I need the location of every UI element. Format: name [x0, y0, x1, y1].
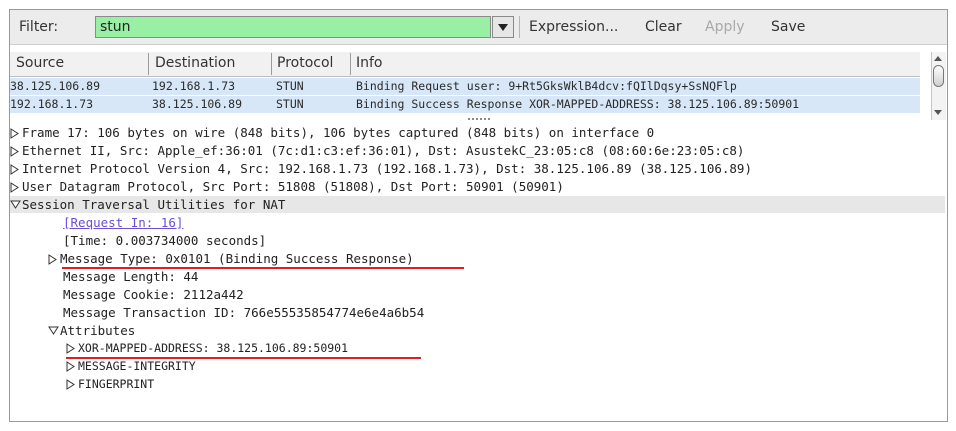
tree-item-message-cookie[interactable]: Message Cookie: 2112a442 — [63, 286, 244, 303]
column-divider[interactable] — [271, 53, 272, 75]
expand-arrow-icon[interactable] — [66, 341, 78, 354]
filter-label: Filter: — [19, 19, 59, 35]
expand-arrow-icon[interactable] — [10, 162, 22, 175]
tree-item-label: Message Type: 0x0101 (Binding Success Re… — [60, 251, 414, 266]
expand-arrow-icon[interactable] — [66, 359, 78, 372]
filter-field[interactable] — [95, 16, 491, 38]
tree-item-label: Ethernet II, Src: Apple_ef:36:01 (7c:d1:… — [22, 143, 745, 158]
packet-list-header: Source Destination Protocol Info — [10, 52, 920, 77]
expand-arrow-icon[interactable] — [48, 252, 60, 265]
tree-item-xor-mapped-address[interactable]: XOR-MAPPED-ADDRESS: 38.125.106.89:50901 — [66, 340, 348, 357]
filter-toolbar: Filter: Expression... Clear Apply Save — [10, 10, 947, 45]
expand-arrow-icon[interactable] — [10, 180, 22, 193]
tree-item-message-length[interactable]: Message Length: 44 — [63, 268, 198, 285]
request-in-link[interactable]: [Request In: 16] — [63, 215, 183, 230]
tree-item-attributes[interactable]: Attributes — [48, 322, 135, 339]
tree-item-label: Message Length: 44 — [63, 269, 199, 284]
tree-item-transaction-id[interactable]: Message Transaction ID: 766e55535854774e… — [63, 304, 424, 321]
scroll-up-icon[interactable] — [934, 56, 942, 61]
column-divider[interactable] — [350, 53, 351, 75]
packet-row[interactable]: 38.125.106.89 192.168.1.73 STUN Binding … — [10, 78, 920, 96]
expand-arrow-icon[interactable] — [66, 377, 78, 390]
tree-item-label: Frame 17: 106 bytes on wire (848 bits), … — [22, 125, 655, 140]
column-header-info[interactable]: Info — [356, 55, 383, 71]
tree-item-label: Message Cookie: 2112a442 — [63, 287, 244, 302]
column-header-source[interactable]: Source — [16, 55, 64, 71]
scroll-thumb[interactable] — [933, 65, 944, 87]
tree-item-label: Internet Protocol Version 4, Src: 192.16… — [22, 161, 752, 176]
collapse-arrow-icon[interactable] — [10, 198, 22, 209]
column-header-protocol[interactable]: Protocol — [277, 55, 333, 71]
tree-item-label: User Datagram Protocol, Src Port: 51808 … — [22, 179, 564, 194]
cell-source: 192.168.1.73 — [10, 97, 94, 111]
tree-item-request-in[interactable]: [Request In: 16] — [63, 214, 183, 231]
toolbar-divider — [519, 16, 520, 38]
tree-item-label: Session Traversal Utilities for NAT — [22, 197, 286, 212]
cell-protocol: STUN — [276, 97, 304, 111]
collapse-arrow-icon[interactable] — [48, 324, 60, 335]
column-divider[interactable] — [148, 53, 149, 75]
cell-destination: 38.125.106.89 — [152, 97, 243, 111]
tree-item-label: MESSAGE-INTEGRITY — [78, 359, 196, 373]
tree-item-ip[interactable]: Internet Protocol Version 4, Src: 192.16… — [10, 160, 945, 177]
expand-arrow-icon[interactable] — [10, 126, 22, 139]
tree-item-label: [Time: 0.003734000 seconds] — [63, 233, 267, 248]
expand-arrow-icon[interactable] — [10, 144, 22, 157]
clear-button[interactable]: Clear — [645, 19, 682, 35]
tree-item-label: FINGERPRINT — [78, 377, 155, 391]
column-header-destination[interactable]: Destination — [155, 55, 235, 71]
tree-item-time[interactable]: [Time: 0.003734000 seconds] — [63, 232, 266, 249]
pane-splitter-handle[interactable] — [468, 118, 490, 123]
tree-item-fingerprint[interactable]: FINGERPRINT — [66, 376, 154, 393]
packet-list: Source Destination Protocol Info 38.125.… — [10, 52, 948, 121]
filter-input[interactable] — [100, 18, 470, 36]
apply-button[interactable]: Apply — [705, 19, 745, 35]
cell-source: 38.125.106.89 — [10, 79, 101, 93]
expression-button[interactable]: Expression... — [529, 19, 618, 35]
packet-row[interactable]: 192.168.1.73 38.125.106.89 STUN Binding … — [10, 96, 920, 114]
cell-info: Binding Success Response XOR-MAPPED-ADDR… — [356, 97, 800, 111]
tree-item-label: XOR-MAPPED-ADDRESS: 38.125.106.89:50901 — [78, 341, 349, 355]
tree-item-frame[interactable]: Frame 17: 106 bytes on wire (848 bits), … — [10, 124, 945, 141]
tree-item-message-integrity[interactable]: MESSAGE-INTEGRITY — [66, 358, 196, 375]
save-button[interactable]: Save — [771, 19, 805, 35]
filter-dropdown-button[interactable] — [492, 16, 514, 38]
tree-item-label: Attributes — [60, 323, 136, 338]
cell-destination: 192.168.1.73 — [152, 79, 236, 93]
tree-item-stun[interactable]: Session Traversal Utilities for NAT — [10, 196, 945, 213]
packet-details-tree: Frame 17: 106 bytes on wire (848 bits), … — [10, 124, 948, 421]
tree-item-label: Message Transaction ID: 766e55535854774e… — [63, 305, 425, 320]
tree-item-ethernet[interactable]: Ethernet II, Src: Apple_ef:36:01 (7c:d1:… — [10, 142, 945, 159]
tree-item-message-type[interactable]: Message Type: 0x0101 (Binding Success Re… — [48, 250, 414, 267]
cell-protocol: STUN — [276, 79, 304, 93]
packet-list-scrollbar[interactable] — [931, 52, 946, 120]
scroll-down-icon[interactable] — [934, 110, 942, 115]
tree-item-udp[interactable]: User Datagram Protocol, Src Port: 51808 … — [10, 178, 945, 195]
cell-info: Binding Request user: 9+Rt5GksWklB4dcv:f… — [356, 79, 737, 93]
